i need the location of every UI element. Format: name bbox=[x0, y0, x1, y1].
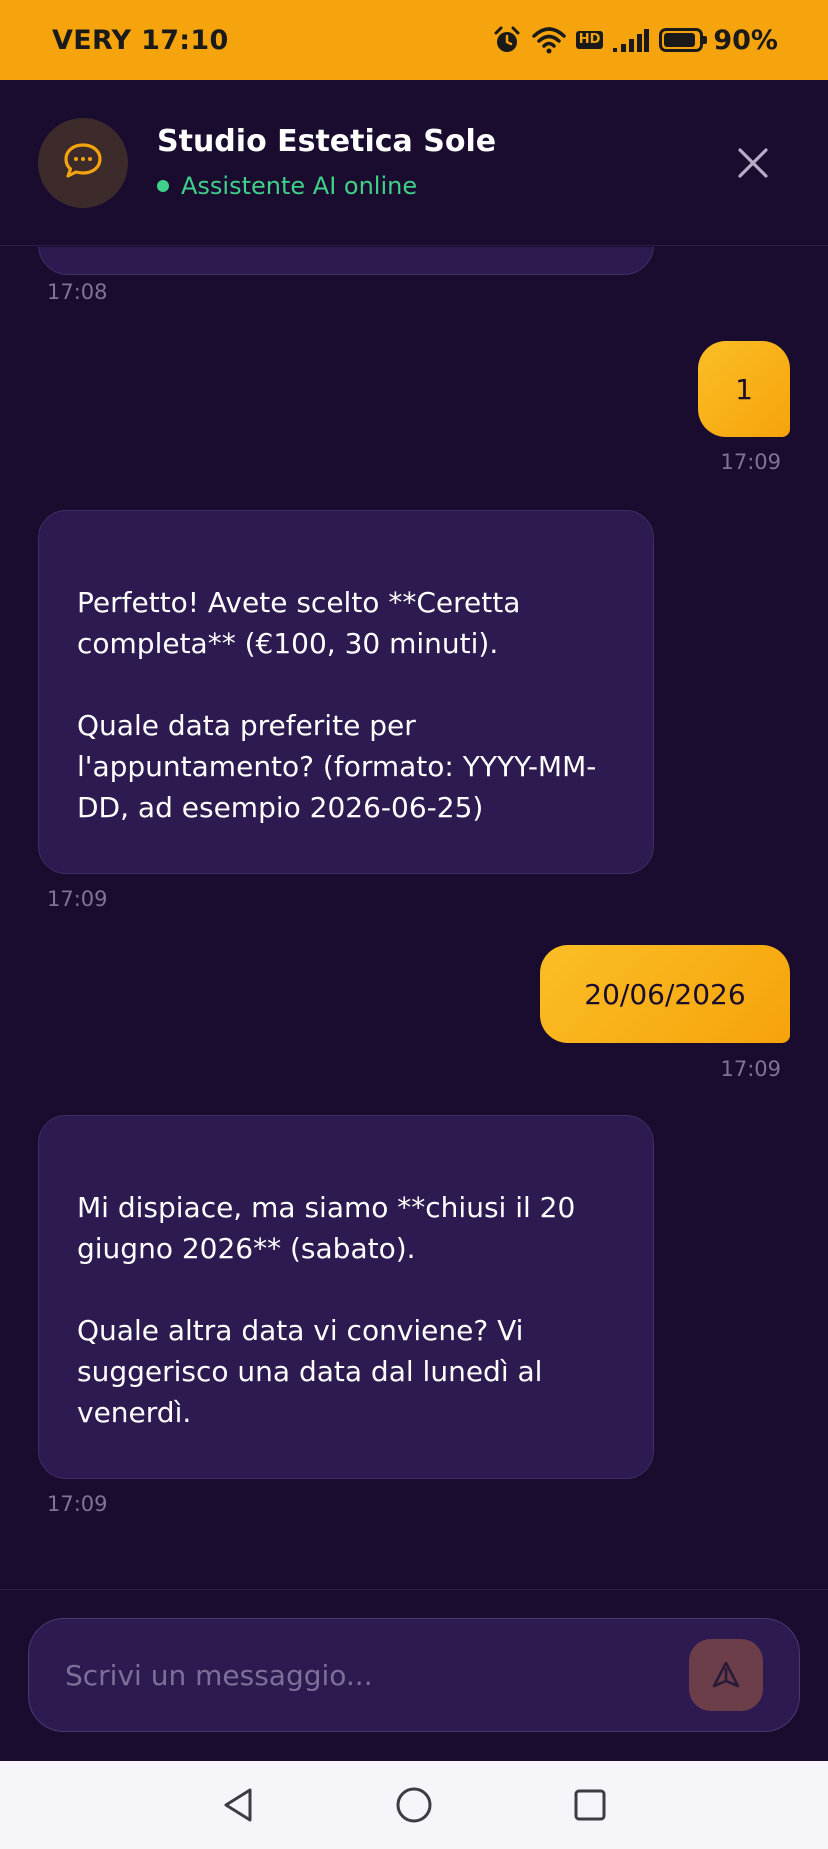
message-bubble-bot bbox=[38, 247, 654, 275]
status-icons: HD 90% bbox=[492, 25, 778, 56]
carrier-time: VERY 17:10 bbox=[52, 24, 229, 56]
avatar bbox=[38, 118, 128, 208]
message-text: Perfetto! Avete scelto **Ceretta complet… bbox=[77, 586, 597, 824]
message-time: 17:09 bbox=[47, 1492, 108, 1516]
message-text: 20/06/2026 bbox=[584, 977, 746, 1011]
alarm-icon bbox=[492, 25, 522, 55]
online-dot-icon bbox=[157, 180, 169, 192]
wifi-icon bbox=[531, 26, 566, 54]
message-text: 1 bbox=[735, 372, 753, 406]
message-input[interactable] bbox=[65, 1619, 665, 1731]
back-triangle-icon bbox=[224, 1788, 252, 1822]
status-bar: VERY 17:10 HD 90% bbox=[0, 0, 828, 80]
battery-percent: 90% bbox=[713, 24, 778, 56]
online-status: Assistente AI online bbox=[157, 172, 417, 200]
composer bbox=[0, 1589, 828, 1761]
send-icon bbox=[712, 1661, 740, 1688]
online-status-label: Assistente AI online bbox=[181, 172, 418, 200]
message-time: 17:09 bbox=[47, 887, 108, 911]
chat-header: Studio Estetica Sole Assistente AI onlin… bbox=[0, 80, 828, 246]
chat-bubble-icon bbox=[62, 141, 104, 185]
signal-icon bbox=[613, 28, 650, 52]
nav-back-button[interactable] bbox=[216, 1783, 260, 1827]
message-time: 17:08 bbox=[47, 280, 108, 304]
chat-title: Studio Estetica Sole bbox=[157, 124, 497, 159]
send-button[interactable] bbox=[689, 1639, 763, 1711]
battery-icon bbox=[659, 28, 708, 52]
message-bubble-bot: Mi dispiace, ma siamo **chiusi il 20 giu… bbox=[38, 1115, 654, 1479]
nav-home-button[interactable] bbox=[392, 1783, 436, 1827]
recents-square-icon bbox=[574, 1789, 606, 1821]
message-text: Mi dispiace, ma siamo **chiusi il 20 giu… bbox=[77, 1191, 576, 1429]
message-bubble-user: 1 bbox=[698, 341, 790, 437]
message-time: 17:09 bbox=[720, 450, 781, 474]
close-icon bbox=[738, 148, 768, 178]
message-list[interactable]: 17:08 1 17:09 Perfetto! Avete scelto **C… bbox=[0, 247, 828, 1589]
close-button[interactable] bbox=[728, 138, 778, 188]
battery-level bbox=[664, 33, 695, 47]
message-input-box[interactable] bbox=[28, 1618, 800, 1732]
message-bubble-bot: Perfetto! Avete scelto **Ceretta complet… bbox=[38, 510, 654, 874]
message-time: 17:09 bbox=[720, 1057, 781, 1081]
message-bubble-user: 20/06/2026 bbox=[540, 945, 790, 1043]
system-nav-bar bbox=[0, 1761, 828, 1849]
nav-recents-button[interactable] bbox=[568, 1783, 612, 1827]
hd-badge: HD bbox=[575, 31, 604, 49]
home-circle-icon bbox=[396, 1787, 432, 1823]
